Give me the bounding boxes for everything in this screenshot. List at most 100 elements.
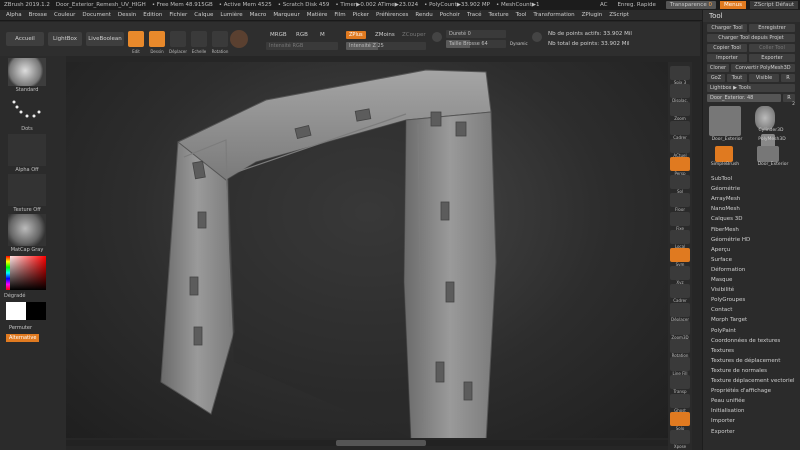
subpalette-15[interactable]: PolyPaint — [711, 328, 736, 334]
rotate-mode-button[interactable] — [212, 31, 228, 47]
subpalette-14[interactable]: Morph Target — [711, 317, 747, 323]
visible-button[interactable]: Visible — [749, 74, 779, 82]
rightshelf-button-19[interactable] — [670, 411, 690, 426]
tool-thumb-door-2[interactable] — [757, 146, 779, 162]
menu-trace-[interactable]: Tracé — [467, 12, 482, 18]
tool-r-button[interactable]: R — [783, 94, 795, 102]
menu-tool[interactable]: Tool — [516, 12, 527, 18]
goz-button[interactable]: GoZ — [707, 74, 725, 82]
rgb-button[interactable]: RGB — [296, 32, 308, 38]
alpha-thumb[interactable] — [8, 134, 46, 166]
mrgb-button[interactable]: MRGB — [270, 32, 287, 38]
door-arch-mesh[interactable] — [66, 62, 670, 438]
brush-material-icon[interactable] — [230, 30, 248, 48]
subpalette-18[interactable]: Textures de déplacement — [711, 358, 780, 364]
rightshelf-button-11[interactable] — [670, 266, 690, 281]
menu-fichier[interactable]: Fichier — [169, 12, 187, 18]
subpalette-2[interactable]: ArrayMesh — [711, 196, 740, 202]
convert-polymesh-button[interactable]: Convertir PolyMesh3D — [731, 64, 795, 72]
import-button[interactable]: Importer — [707, 54, 747, 62]
subpalette-9[interactable]: Déformation — [711, 267, 745, 273]
menu-zscript[interactable]: ZScript — [609, 12, 629, 18]
all-button[interactable]: Tout — [727, 74, 747, 82]
dynamic-toggle[interactable]: Dynamic — [510, 41, 528, 46]
horizontal-scrollbar[interactable] — [66, 440, 670, 446]
transparency-slider[interactable]: Transparence 0 — [665, 1, 716, 9]
rightshelf-button-10[interactable] — [670, 248, 690, 262]
tool-thumb-cylinder[interactable] — [755, 106, 775, 130]
move-mode-button[interactable] — [170, 31, 186, 47]
rightshelf-button-6[interactable] — [670, 175, 690, 190]
standard-brush-thumb[interactable] — [8, 58, 46, 86]
tool-palette-title[interactable]: Tool — [703, 10, 800, 22]
subpalette-16[interactable]: Coordonnées de textures — [711, 338, 780, 344]
menu-marqueur[interactable]: Marqueur — [273, 12, 299, 18]
scale-mode-button[interactable] — [191, 31, 207, 47]
subpalette-12[interactable]: PolyGroupes — [711, 297, 745, 303]
texture-thumb[interactable] — [8, 174, 46, 206]
focal-shift-icon[interactable] — [432, 32, 442, 42]
draw-mode-button[interactable] — [149, 31, 165, 47]
menu-lumie-re[interactable]: Lumière — [220, 12, 242, 18]
dots-stroke-thumb[interactable] — [8, 96, 46, 124]
menu-matie-re[interactable]: Matière — [307, 12, 328, 18]
edit-mode-button[interactable] — [128, 31, 144, 47]
load-tool-button[interactable]: Charger Tool — [707, 24, 747, 32]
rightshelf-button-9[interactable] — [670, 229, 690, 244]
rightshelf-button-17[interactable] — [670, 375, 690, 390]
rightshelf-button-5[interactable] — [670, 157, 690, 171]
subpalette-21[interactable]: Propriétés d'affichage — [711, 388, 771, 394]
subpalette-4[interactable]: Calques 3D — [711, 216, 742, 222]
tool-thumb-door[interactable] — [709, 106, 741, 136]
rightshelf-button-12[interactable] — [670, 284, 690, 299]
rightshelf-button-1[interactable] — [670, 84, 690, 99]
subpalette-3[interactable]: NanoMesh — [711, 206, 740, 212]
subpalette-1[interactable]: Géométrie — [711, 186, 740, 192]
subpalette-24[interactable]: Importer — [711, 418, 735, 424]
swap-colors-button[interactable]: Permuter — [6, 324, 35, 332]
main-secondary-colors[interactable] — [6, 302, 46, 320]
alternative-button[interactable]: Alternative — [6, 334, 40, 342]
subpalette-5[interactable]: FiberMesh — [711, 227, 739, 233]
menu-couleur[interactable]: Couleur — [54, 12, 75, 18]
home-button[interactable]: Accueil — [6, 32, 44, 46]
subpalette-8[interactable]: Surface — [711, 257, 732, 263]
zsub-button[interactable]: ZMoins — [375, 32, 395, 38]
rightshelf-button-4[interactable] — [670, 138, 690, 153]
subpalette-25[interactable]: Exporter — [711, 429, 735, 435]
hue-strip[interactable] — [6, 256, 10, 290]
quick-save-button[interactable]: Enreg. Rapide — [617, 2, 655, 8]
rgb-intensity-slider[interactable]: Intensité RGB — [266, 42, 338, 50]
z-intensity-slider[interactable]: Intensité Z 25 — [346, 42, 426, 50]
lightbox-button[interactable]: LightBox — [48, 32, 82, 46]
menus-button[interactable]: Menus — [719, 1, 746, 9]
scroll-thumb[interactable] — [336, 440, 426, 446]
menu-pre-fe-rences[interactable]: Préférences — [376, 12, 408, 18]
menu-brosse[interactable]: Brosse — [29, 12, 47, 18]
zcut-button[interactable]: ZCouper — [402, 32, 426, 38]
zadd-button[interactable]: ZPlus — [346, 31, 366, 39]
rightshelf-button-15[interactable] — [670, 339, 690, 353]
subpalette-20[interactable]: Texture déplacement vectoriel — [711, 378, 795, 384]
subpalette-22[interactable]: Peau unifiée — [711, 398, 745, 404]
menu-zplugin[interactable]: ZPlugin — [582, 12, 603, 18]
subpalette-10[interactable]: Masque — [711, 277, 732, 283]
rightshelf-button-7[interactable] — [670, 193, 690, 208]
matcap-thumb[interactable] — [8, 214, 46, 246]
rightshelf-button-16[interactable] — [670, 357, 690, 372]
menu-pochoir[interactable]: Pochoir — [440, 12, 460, 18]
menu-dessin[interactable]: Dessin — [118, 12, 136, 18]
rightshelf-button-2[interactable] — [670, 102, 690, 117]
menu-rendu[interactable]: Rendu — [415, 12, 432, 18]
subpalette-11[interactable]: Visibilité — [711, 287, 734, 293]
color-picker[interactable] — [6, 256, 46, 290]
subpalette-13[interactable]: Contact — [711, 307, 732, 313]
current-tool-slider[interactable]: Door_Exterior. 48 — [707, 94, 781, 102]
brush-size-slider[interactable]: Taille Brosse 64 — [446, 40, 506, 48]
subpalette-17[interactable]: Textures — [711, 348, 734, 354]
clone-button[interactable]: Cloner — [707, 64, 729, 72]
subpalette-7[interactable]: Aperçu — [711, 247, 730, 253]
rightshelf-button-13[interactable] — [670, 302, 690, 317]
r-button[interactable]: R — [781, 74, 795, 82]
canvas-viewport[interactable] — [66, 62, 670, 438]
